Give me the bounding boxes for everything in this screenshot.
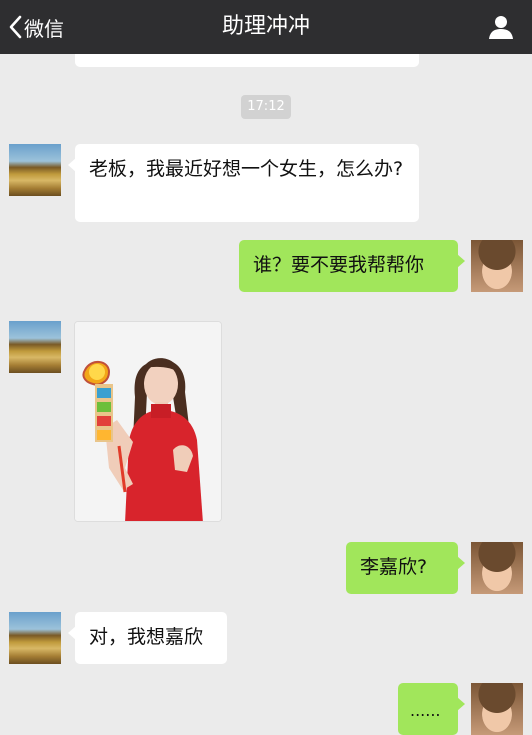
avatar-self[interactable] xyxy=(471,683,523,735)
profile-button[interactable] xyxy=(488,14,514,44)
message-text: 对，我想嘉欣 xyxy=(89,626,204,648)
chevron-left-icon xyxy=(9,15,22,39)
message-bubble-received[interactable]: 对，我想嘉欣 xyxy=(68,612,227,664)
avatar-self[interactable] xyxy=(471,240,523,292)
message-bubble-sent[interactable]: 谁？要不要我帮帮你 xyxy=(239,240,465,292)
photo-of-woman-in-red-dress xyxy=(75,322,221,521)
image-message[interactable] xyxy=(74,321,222,522)
avatar-self[interactable] xyxy=(471,542,523,594)
person-icon xyxy=(489,16,513,39)
previous-message-bubble xyxy=(75,54,419,67)
message-text: ...... xyxy=(410,701,441,720)
avatar-boss[interactable] xyxy=(9,144,61,196)
message-bubble-received[interactable]: 老板，我最近好想一个女生，怎么办? xyxy=(68,144,419,222)
message-text: 谁？要不要我帮帮你 xyxy=(253,254,425,276)
avatar-boss[interactable] xyxy=(9,321,61,373)
chat-title: 助理冲冲 xyxy=(221,14,310,39)
back-button[interactable]: 微信 xyxy=(8,0,64,54)
avatar-boss[interactable] xyxy=(9,612,61,664)
message-bubble-sent[interactable]: 李嘉欣? xyxy=(346,542,465,594)
timestamp: 17:12 xyxy=(241,95,291,119)
message-text: 李嘉欣? xyxy=(360,556,428,578)
message-text: 老板，我最近好想一个女生，怎么办? xyxy=(89,158,404,180)
message-bubble-sent[interactable]: ...... xyxy=(398,683,465,735)
nav-bar: 微信 助理冲冲 xyxy=(0,0,532,54)
back-label: 微信 xyxy=(24,16,64,41)
